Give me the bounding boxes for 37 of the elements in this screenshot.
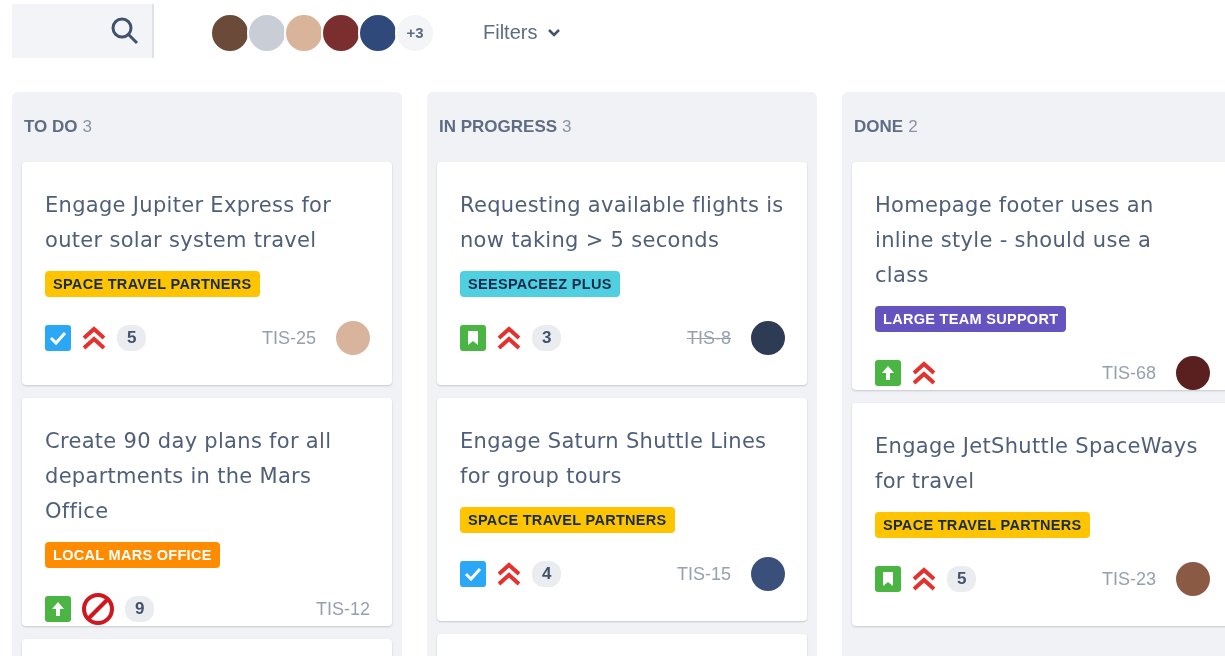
- issue-summary: Engage Jupiter Express for outer solar system travel: [45, 192, 333, 254]
- issue-count: 2: [908, 117, 918, 137]
- column-title: IN PROGRESS: [439, 117, 558, 137]
- issue-summary: Create 90 day plans for all departments in the Mars Office: [45, 428, 333, 525]
- estimate-badge: 5: [117, 325, 147, 351]
- epic-label: SPACE TRAVEL PARTNERS: [875, 512, 1090, 538]
- assignee-avatar[interactable]: [1176, 562, 1210, 596]
- epic-label: SPACE TRAVEL PARTNERS: [460, 507, 675, 533]
- assignee-avatar[interactable]: [751, 557, 785, 591]
- chevron-down-icon: [547, 28, 562, 37]
- issue-summary: Homepage footer uses an inline style - should use a class: [875, 192, 1155, 289]
- estimate-badge: 5: [947, 566, 977, 592]
- epic-label: SPACE TRAVEL PARTNERS: [45, 271, 260, 297]
- column-title: TO DO: [24, 117, 78, 137]
- more-avatars[interactable]: +3: [395, 12, 435, 53]
- assignee-avatar[interactable]: [1176, 356, 1210, 390]
- column-title: DONE: [854, 117, 904, 137]
- issue-card[interactable]: Engage Saturn Shuttle Lines for group tours SPACE TRAVEL PARTNERS 4 TIS-15: [437, 398, 807, 621]
- estimate-badge: 9: [125, 596, 155, 622]
- issue-summary: Requesting available flights is now taking > 5 seconds: [460, 192, 785, 254]
- issue-count: 3: [82, 117, 92, 137]
- search-field[interactable]: [12, 4, 154, 58]
- epic-label: LARGE TEAM SUPPORT: [875, 306, 1067, 332]
- issue-count: 3: [562, 117, 572, 137]
- issue-summary: Engage JetShuttle SpaceWays for travel: [875, 433, 1199, 495]
- epic-label: SEESPACEEZ PLUS: [460, 271, 620, 297]
- issue-summary: Engage Saturn Shuttle Lines for group tours: [460, 428, 768, 490]
- estimate-badge: 4: [532, 561, 562, 587]
- assignee-avatar[interactable]: [751, 321, 785, 355]
- epic-label: LOCAL MARS OFFICE: [45, 542, 220, 568]
- estimate-badge: 3: [532, 325, 562, 351]
- search-icon: [110, 16, 140, 46]
- issue-card[interactable]: Engage JetShuttle SpaceWays for travel SPACE TRAVEL PARTNERS 5 TIS-23: [852, 403, 1225, 626]
- issue-card[interactable]: Homepage footer uses an inline style - should use a class LARGE TEAM SUPPORT TIS-68: [852, 162, 1225, 390]
- issue-card[interactable]: Create 90 day plans for all departments in the Mars Office LOCAL MARS OFFICE 9 TIS-12: [22, 398, 392, 626]
- filters-dropdown[interactable]: Filters: [477, 17, 568, 48]
- issue-card[interactable]: Requesting available flights is now taking > 5 seconds SEESPACEEZ PLUS 3 TIS-8: [437, 162, 807, 385]
